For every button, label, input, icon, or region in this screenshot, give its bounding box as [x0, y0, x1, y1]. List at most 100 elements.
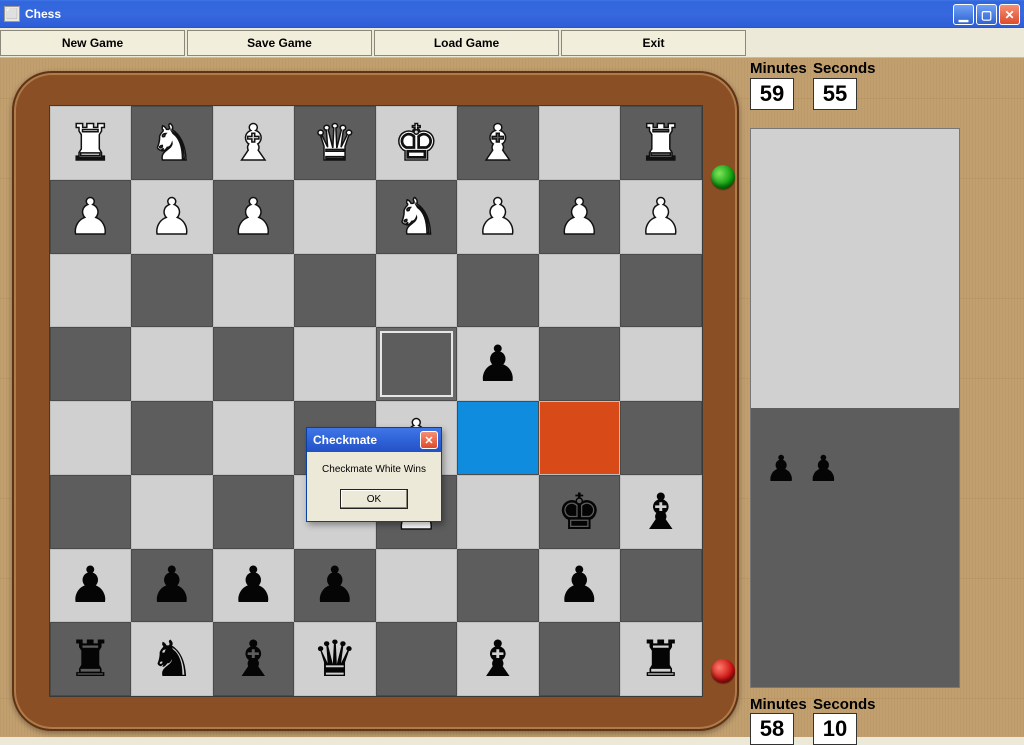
piece-icon: ♟	[312, 560, 357, 610]
square-g7[interactable]: ♟	[539, 180, 621, 254]
square-b8[interactable]: ♞	[131, 106, 213, 180]
square-d7[interactable]	[294, 180, 376, 254]
checkmate-dialog: Checkmate ✕ Checkmate White Wins OK	[306, 427, 442, 522]
square-h4[interactable]	[620, 401, 702, 475]
turn-indicator-bottom	[711, 659, 735, 683]
square-a3[interactable]	[50, 475, 132, 549]
captured-piece-icon: ♟	[765, 448, 797, 490]
piece-icon: ♝	[231, 634, 276, 684]
square-a4[interactable]	[50, 401, 132, 475]
square-g1[interactable]	[539, 622, 621, 696]
window-title: Chess	[25, 7, 61, 21]
square-g8[interactable]	[539, 106, 621, 180]
clock-minutes-top: 59	[750, 78, 794, 110]
piece-icon: ♝	[475, 634, 520, 684]
clock-label-seconds-top: Seconds	[813, 60, 876, 77]
square-g2[interactable]: ♟	[539, 549, 621, 623]
square-c8[interactable]: ♝	[213, 106, 295, 180]
square-d2[interactable]: ♟	[294, 549, 376, 623]
square-b6[interactable]	[131, 254, 213, 328]
dialog-ok-button[interactable]: OK	[340, 489, 408, 509]
piece-icon: ♝	[638, 487, 683, 537]
captured-white-area	[751, 129, 959, 408]
square-h5[interactable]	[620, 327, 702, 401]
square-d6[interactable]	[294, 254, 376, 328]
square-h8[interactable]: ♜	[620, 106, 702, 180]
square-h6[interactable]	[620, 254, 702, 328]
square-e1[interactable]	[376, 622, 458, 696]
square-a5[interactable]	[50, 327, 132, 401]
square-h1[interactable]: ♜	[620, 622, 702, 696]
square-c1[interactable]: ♝	[213, 622, 295, 696]
square-b2[interactable]: ♟	[131, 549, 213, 623]
square-c4[interactable]	[213, 401, 295, 475]
piece-icon: ♜	[68, 118, 113, 168]
square-e2[interactable]	[376, 549, 458, 623]
square-b1[interactable]: ♞	[131, 622, 213, 696]
square-d1[interactable]: ♛	[294, 622, 376, 696]
square-f1[interactable]: ♝	[457, 622, 539, 696]
square-e7[interactable]: ♞	[376, 180, 458, 254]
exit-button[interactable]: Exit	[561, 30, 746, 56]
square-c2[interactable]: ♟	[213, 549, 295, 623]
square-c6[interactable]	[213, 254, 295, 328]
dialog-close-button[interactable]: ✕	[420, 431, 438, 449]
board-frame: ♜♞♝♛♚♝♜♟♟♟♞♟♟♟♟♟♟♚♝♟♟♟♟♟♜♞♝♛♝♜	[12, 71, 739, 731]
square-b5[interactable]	[131, 327, 213, 401]
square-f2[interactable]	[457, 549, 539, 623]
square-b7[interactable]: ♟	[131, 180, 213, 254]
square-h3[interactable]: ♝	[620, 475, 702, 549]
square-f4[interactable]	[457, 401, 539, 475]
load-game-button[interactable]: Load Game	[374, 30, 559, 56]
save-game-button[interactable]: Save Game	[187, 30, 372, 56]
square-a2[interactable]: ♟	[50, 549, 132, 623]
square-f5[interactable]: ♟	[457, 327, 539, 401]
square-c7[interactable]: ♟	[213, 180, 295, 254]
new-game-button[interactable]: New Game	[0, 30, 185, 56]
square-f6[interactable]	[457, 254, 539, 328]
square-g6[interactable]	[539, 254, 621, 328]
window-close-button[interactable]: ✕	[999, 4, 1020, 25]
square-e8[interactable]: ♚	[376, 106, 458, 180]
square-b3[interactable]	[131, 475, 213, 549]
piece-icon: ♚	[394, 118, 439, 168]
square-c5[interactable]	[213, 327, 295, 401]
square-g5[interactable]	[539, 327, 621, 401]
dialog-message: Checkmate White Wins	[315, 464, 433, 475]
piece-icon: ♟	[149, 560, 194, 610]
square-f7[interactable]: ♟	[457, 180, 539, 254]
piece-icon: ♟	[475, 192, 520, 242]
clock-minutes-bottom: 58	[750, 713, 794, 745]
piece-icon: ♞	[394, 192, 439, 242]
content-area: ♜♞♝♛♚♝♜♟♟♟♞♟♟♟♟♟♟♚♝♟♟♟♟♟♜♞♝♛♝♜ Minutes S…	[0, 58, 1024, 737]
square-a8[interactable]: ♜	[50, 106, 132, 180]
window-title-bar: ⬜ Chess ▁ ▢ ✕	[0, 0, 1024, 28]
square-c3[interactable]	[213, 475, 295, 549]
square-h7[interactable]: ♟	[620, 180, 702, 254]
piece-icon: ♝	[231, 118, 276, 168]
square-g3[interactable]: ♚	[539, 475, 621, 549]
square-h2[interactable]	[620, 549, 702, 623]
piece-icon: ♚	[557, 487, 602, 537]
chess-board[interactable]: ♜♞♝♛♚♝♜♟♟♟♞♟♟♟♟♟♟♚♝♟♟♟♟♟♜♞♝♛♝♜	[49, 105, 703, 697]
window-maximize-button[interactable]: ▢	[976, 4, 997, 25]
piece-icon: ♟	[231, 192, 276, 242]
square-e6[interactable]	[376, 254, 458, 328]
square-a6[interactable]	[50, 254, 132, 328]
square-a1[interactable]: ♜	[50, 622, 132, 696]
captured-piece-icon: ♟	[807, 448, 839, 490]
square-f3[interactable]	[457, 475, 539, 549]
square-d5[interactable]	[294, 327, 376, 401]
square-b4[interactable]	[131, 401, 213, 475]
dialog-title-bar[interactable]: Checkmate ✕	[307, 428, 441, 452]
window-minimize-button[interactable]: ▁	[953, 4, 974, 25]
square-d8[interactable]: ♛	[294, 106, 376, 180]
square-e5[interactable]	[376, 327, 458, 401]
square-f8[interactable]: ♝	[457, 106, 539, 180]
toolbar: New Game Save Game Load Game Exit	[0, 28, 1024, 58]
square-g4[interactable]	[539, 401, 621, 475]
app-icon: ⬜	[4, 6, 20, 22]
clock-label-seconds-bottom: Seconds	[813, 696, 876, 713]
square-a7[interactable]: ♟	[50, 180, 132, 254]
piece-icon: ♝	[475, 118, 520, 168]
